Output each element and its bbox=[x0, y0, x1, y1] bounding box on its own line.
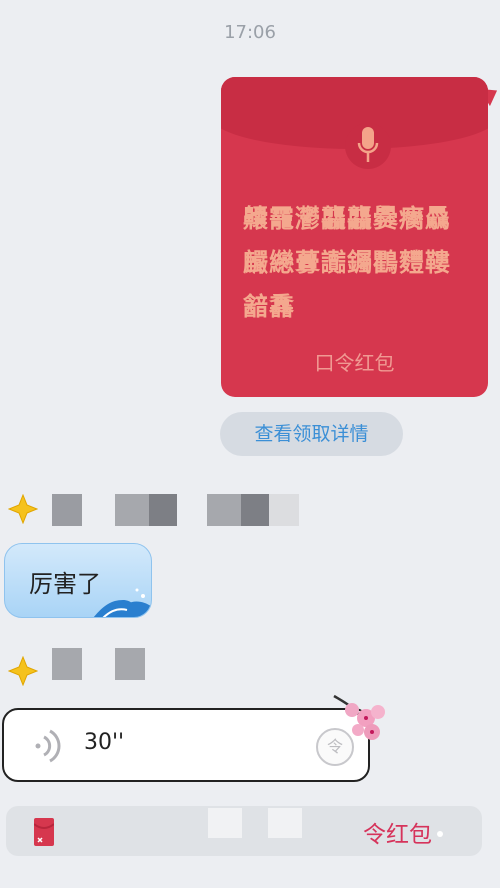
blurred-name bbox=[269, 494, 299, 526]
star-avatar-icon bbox=[8, 494, 38, 524]
input-text: 令红包 bbox=[363, 822, 432, 848]
star-avatar-icon bbox=[8, 656, 38, 686]
input-bar[interactable]: 令红包 bbox=[6, 806, 482, 856]
blurred-name bbox=[207, 494, 241, 526]
blurred-text bbox=[268, 808, 302, 838]
microphone-icon bbox=[357, 127, 379, 162]
blurred-name bbox=[115, 648, 145, 680]
blurred-name bbox=[149, 494, 177, 526]
blurred-name bbox=[241, 494, 269, 526]
timestamp: 17:06 bbox=[224, 22, 276, 43]
cursor-dot bbox=[437, 831, 443, 837]
view-details-button[interactable]: 查看领取详情 bbox=[220, 412, 403, 456]
red-packet-icon bbox=[34, 818, 54, 846]
blurred-text bbox=[208, 808, 242, 838]
voice-wave-icon bbox=[35, 729, 61, 763]
password-red-packet[interactable]: 齉靇灪龘龘爨癵驫麣纞虋讟钃鸜麷鞻韽馫 口令红包 bbox=[221, 77, 488, 397]
blurred-name bbox=[115, 494, 149, 526]
voice-duration: 30'' bbox=[84, 730, 125, 755]
packet-password: 齉靇灪龘龘爨癵驫麣纞虋讟钃鸜麷鞻韽馫 bbox=[243, 204, 452, 321]
voice-message[interactable]: 30'' 令 bbox=[2, 708, 370, 782]
blurred-name bbox=[52, 648, 82, 680]
blurred-name bbox=[52, 494, 82, 526]
message-text: 厉害了 bbox=[29, 570, 101, 598]
packet-label: 口令红包 bbox=[314, 351, 395, 375]
wave-decoration-icon bbox=[93, 588, 151, 617]
plum-blossom-icon bbox=[333, 694, 385, 740]
received-message-bubble[interactable]: 厉害了 bbox=[4, 543, 152, 618]
